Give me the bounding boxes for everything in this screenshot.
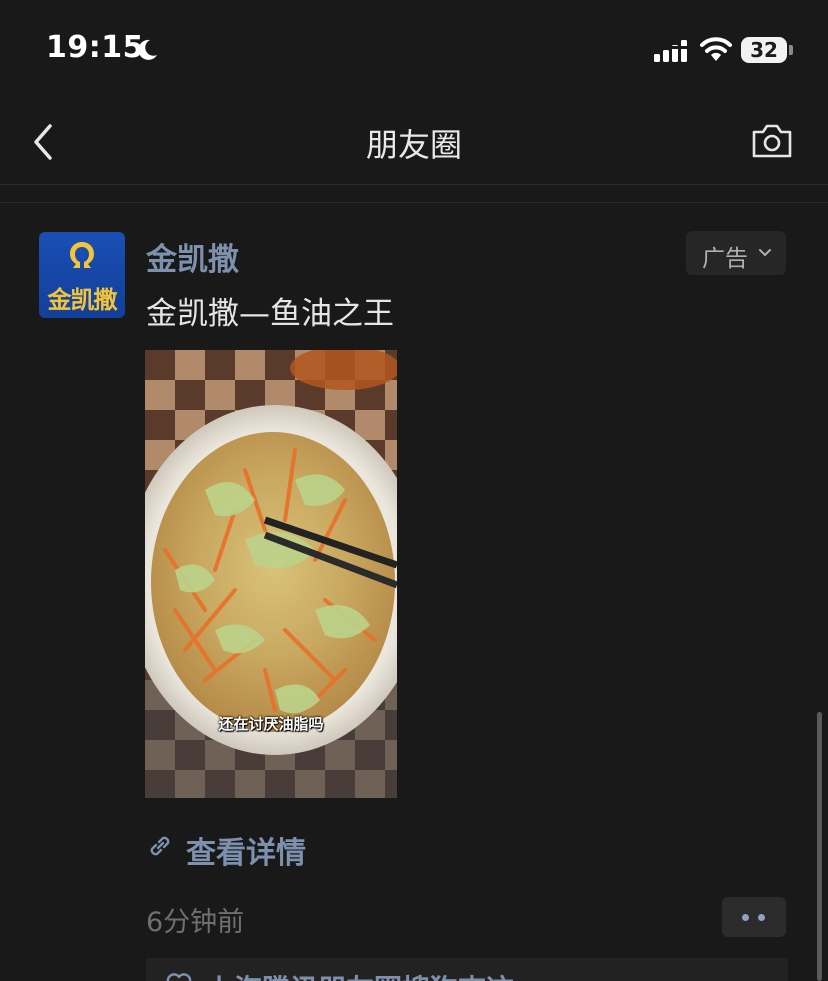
likes-section: 上海腾讯朋友圈搜狗查这 xyxy=(146,958,788,981)
view-details-label: 查看详情 xyxy=(186,836,306,871)
status-time: 19:15 xyxy=(46,30,144,65)
status-bar: 19:15 32 xyxy=(0,0,828,100)
post-timestamp: 6分钟前 xyxy=(146,907,245,938)
nav-bar: 朋友圈 xyxy=(0,100,828,185)
post-video-thumbnail[interactable]: 还在讨厌油脂吗 xyxy=(145,350,397,798)
poster-name[interactable]: 金凯撒 xyxy=(146,234,239,279)
link-icon xyxy=(150,836,170,856)
video-caption: 还在讨厌油脂吗 xyxy=(218,715,324,733)
battery-level: 32 xyxy=(750,38,778,62)
more-actions-button[interactable] xyxy=(722,897,786,937)
signal-icon xyxy=(654,40,687,62)
ad-badge[interactable]: 广告 xyxy=(686,231,786,275)
battery-nub xyxy=(789,45,793,55)
wifi-icon xyxy=(700,37,732,61)
camera-icon[interactable] xyxy=(750,122,794,160)
heart-icon xyxy=(166,973,192,981)
avatar[interactable]: 金凯撒 xyxy=(39,232,125,318)
ad-label: 广告 xyxy=(702,246,748,272)
scrollbar[interactable] xyxy=(817,712,822,981)
section-divider xyxy=(0,202,828,203)
more-dot-right xyxy=(758,914,765,921)
post-text: 金凯撒—鱼油之王 xyxy=(146,296,394,332)
battery-indicator: 32 xyxy=(741,37,787,63)
likes-names[interactable]: 上海腾讯朋友圈搜狗查这 xyxy=(206,968,514,981)
chevron-down-icon xyxy=(759,249,771,256)
moon-icon xyxy=(138,39,157,60)
more-dot-left xyxy=(742,914,749,921)
page-title: 朋友圈 xyxy=(365,126,462,164)
avatar-label: 金凯撒 xyxy=(47,286,118,314)
brand-logo-icon xyxy=(70,242,94,268)
moments-screen: 19:15 32 朋友圈 金凯撒 金凯撒 广告 金凯撒—鱼油之王 还在讨厌油脂吗… xyxy=(0,0,828,981)
